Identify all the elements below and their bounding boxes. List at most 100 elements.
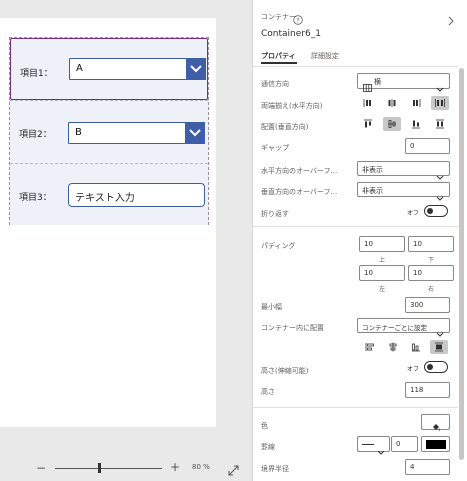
canvas-area: 項目1： A 項目2： B 項目3： テキスト入力 − + 80 %: [0, 0, 252, 481]
align-bottom-button[interactable]: [407, 117, 425, 131]
chevron-down-icon[interactable]: [186, 58, 206, 80]
radius-label: 境界半径: [261, 465, 289, 473]
align-self-end-button[interactable]: [407, 340, 425, 354]
overflow-horizontal-value: 非表示: [362, 166, 383, 174]
padding-bottom-input[interactable]: 10: [408, 236, 454, 252]
chevron-down-icon: [436, 187, 444, 206]
padding-top-input[interactable]: 10: [359, 236, 405, 252]
direction-value: 横: [374, 78, 381, 86]
justify-start-button[interactable]: [359, 96, 377, 110]
item1-dropdown-value: A: [76, 63, 83, 74]
wrap-toggle[interactable]: [424, 205, 448, 217]
gap-value: 0: [410, 142, 415, 150]
overflow-horizontal-dropdown[interactable]: 非表示: [357, 161, 450, 180]
zoom-out-button[interactable]: −: [36, 461, 46, 475]
chevron-right-icon[interactable]: [447, 11, 455, 30]
align-self-start-button[interactable]: [361, 340, 379, 354]
justify-center-button[interactable]: [383, 96, 401, 110]
app-screen[interactable]: 項目1： A 項目2： B 項目3： テキスト入力: [0, 18, 216, 427]
align-stretch-button[interactable]: [431, 117, 449, 131]
tab-properties[interactable]: プロパティ: [261, 51, 296, 61]
border-thickness-value: 0: [396, 440, 401, 448]
align-top-button[interactable]: [359, 117, 377, 131]
svg-text:?: ?: [296, 16, 299, 24]
padding-bottom-value: 10: [413, 240, 422, 248]
panel-scrollbar[interactable]: [459, 68, 464, 460]
item3-label: 項目3：: [19, 193, 52, 203]
overflow-horizontal-label: 水平方向のオーバーフ...: [261, 167, 338, 175]
padding-bottom-caption: 下: [428, 257, 435, 264]
padding-label: パディング: [261, 242, 296, 250]
zoom-slider-track[interactable]: [55, 468, 162, 469]
toggle-knob: [427, 364, 433, 370]
zoom-bar: − + 80 %: [0, 456, 252, 481]
chevron-down-icon[interactable]: [185, 122, 205, 144]
border-thickness-input[interactable]: 0: [391, 436, 418, 452]
row-item3[interactable]: 項目3： テキスト入力: [10, 163, 208, 225]
radius-value: 4: [410, 463, 415, 471]
tab-advanced[interactable]: 詳細設定: [311, 51, 339, 61]
height-input[interactable]: 118: [405, 382, 450, 398]
zoom-slider-thumb[interactable]: [98, 463, 101, 473]
zoom-in-button[interactable]: +: [170, 460, 180, 474]
row-item1[interactable]: 項目1： A: [10, 38, 208, 100]
divider: [253, 407, 458, 408]
overflow-vertical-value: 非表示: [362, 187, 383, 195]
paint-bucket-icon: [431, 417, 441, 436]
padding-top-caption: 上: [379, 257, 386, 264]
divider: [253, 226, 458, 227]
wrap-label: 折り返す: [261, 210, 289, 218]
radius-input[interactable]: 4: [405, 459, 450, 475]
border-color-button[interactable]: [421, 436, 450, 452]
align-in-container-label: コンテナー内に配置: [261, 324, 324, 332]
justify-space-between-button[interactable]: [431, 96, 449, 110]
item2-dropdown[interactable]: B: [68, 122, 205, 144]
help-icon[interactable]: ?: [293, 10, 303, 29]
min-width-label: 最小幅: [261, 303, 282, 311]
min-width-input[interactable]: 300: [405, 297, 450, 313]
color-picker-button[interactable]: [421, 414, 450, 431]
border-label: 罫線: [261, 443, 275, 451]
horizontal-layout-icon: [363, 77, 372, 96]
padding-top-value: 10: [364, 240, 373, 248]
item3-text-input[interactable]: テキスト入力: [68, 183, 205, 207]
overflow-vertical-dropdown[interactable]: 非表示: [357, 182, 450, 201]
padding-left-value: 10: [364, 269, 373, 277]
justify-end-button[interactable]: [407, 96, 425, 110]
align-label: 配置(垂直方向): [261, 123, 309, 131]
align-in-container-value: コンテナーごとに設定: [362, 324, 427, 332]
height-label: 高さ: [261, 388, 275, 396]
align-middle-button[interactable]: [383, 117, 401, 131]
item2-label: 項目2：: [19, 130, 52, 140]
align-in-container-dropdown[interactable]: コンテナーごとに設定: [357, 318, 450, 337]
control-name[interactable]: Container6_1: [261, 29, 321, 39]
expand-icon[interactable]: [228, 461, 239, 480]
align-self-center-button[interactable]: [384, 340, 402, 354]
chevron-down-icon: [436, 78, 444, 97]
control-type-label: コンテナー: [261, 13, 296, 21]
gap-input[interactable]: 0: [405, 138, 450, 154]
container6-1[interactable]: 項目1： A 項目2： B 項目3： テキスト入力: [9, 37, 209, 225]
border-style-dropdown[interactable]: [357, 436, 390, 455]
padding-right-input[interactable]: 10: [408, 265, 454, 281]
padding-left-input[interactable]: 10: [359, 265, 405, 281]
padding-right-value: 10: [413, 269, 422, 277]
overflow-vertical-label: 垂直方向のオーバーフ...: [261, 188, 338, 196]
toggle-knob: [427, 208, 433, 214]
color-label: 色: [261, 422, 268, 430]
align-self-stretch-button[interactable]: [430, 340, 448, 354]
direction-dropdown[interactable]: 横: [357, 73, 450, 92]
min-width-value: 300: [410, 301, 424, 309]
row-item2[interactable]: 項目2： B: [10, 100, 208, 162]
item2-dropdown-value: B: [75, 127, 82, 138]
active-tab-indicator: [261, 62, 297, 64]
direction-label: 通信方向: [261, 80, 289, 88]
solid-line-icon: [362, 444, 374, 445]
padding-left-caption: 左: [379, 286, 386, 293]
item1-dropdown[interactable]: A: [69, 58, 206, 80]
item1-label: 項目1：: [20, 69, 53, 79]
zoom-level: 80 %: [192, 463, 210, 471]
flexible-height-state: オフ: [407, 366, 420, 373]
wrap-state: オフ: [407, 210, 420, 217]
flexible-height-toggle[interactable]: [424, 361, 448, 373]
